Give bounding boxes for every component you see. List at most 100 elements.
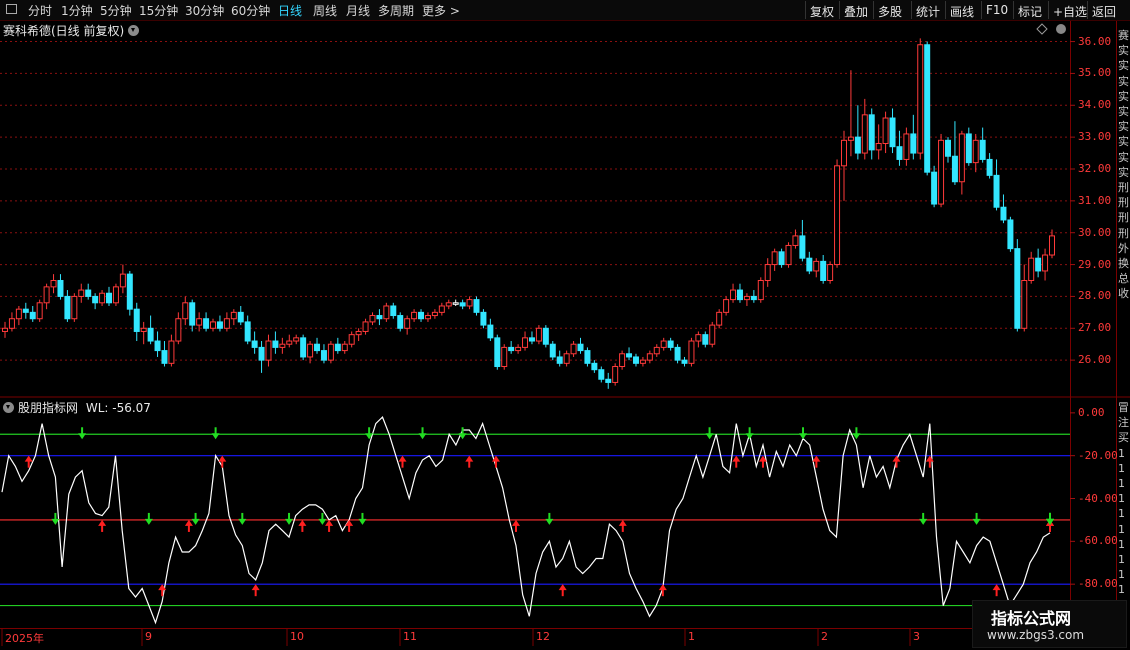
arrow-head [184,519,193,526]
toolbar-button-2[interactable]: 多股 [873,1,906,19]
candle-body [119,273,126,288]
arrow-head [925,455,934,462]
candle-body [397,315,404,329]
candle-body [182,302,189,320]
period-tab-1[interactable]: 1分钟 [61,2,93,19]
period-tab-8[interactable]: 月线 [346,2,370,19]
candle-body [390,305,397,317]
candle-body [1049,235,1055,256]
arrow-head [298,519,307,526]
chevron-down-icon[interactable] [3,402,14,413]
candle-body [764,264,771,281]
up-arrow-icon [925,455,934,468]
arrow-head [1046,518,1054,525]
arrow-head [238,518,247,525]
up-arrow-icon [618,519,627,532]
period-tab-4[interactable]: 30分钟 [185,2,224,19]
candle-body [910,133,917,154]
period-tab-7[interactable]: 周线 [313,2,337,19]
arrow-head [892,455,901,462]
candle-body [2,327,8,332]
period-tab-6[interactable]: 日线 [278,2,302,19]
candle-body [605,378,612,383]
toolbar-button-0[interactable]: 复权 [805,1,838,19]
candle-body [778,251,785,266]
toolbar-button-1[interactable]: 叠加 [839,1,872,19]
down-arrow-icon [318,512,327,525]
candle-body [584,350,591,364]
period-tab-0[interactable]: 分时 [28,2,52,19]
up-arrow-icon [345,519,354,532]
toolbar-button-5[interactable]: F10 [981,1,1012,19]
candle-body [230,311,237,320]
arrow-head [1046,519,1054,526]
chart-canvas [0,21,1130,646]
candle-body [334,343,341,352]
indicator-axis-label: -20.00 [1078,448,1118,462]
arrow-head [618,519,627,526]
candle-body [251,340,258,348]
price-axis-label: 29.00 [1078,257,1112,271]
candle-body [771,251,778,266]
candle-body [1042,254,1049,272]
arrow-head [465,455,474,462]
candle-body [92,295,99,304]
candle-body [639,359,646,364]
candle-body [854,136,861,154]
candle-body [660,340,667,348]
candle-body [210,321,217,329]
date-axis-label: 11 [403,630,417,643]
candle-body [459,302,466,307]
indicator-axis-label: -40.00 [1078,491,1118,505]
candle-body [196,318,203,326]
down-arrow-icon [1046,512,1054,525]
period-tab-5[interactable]: 60分钟 [231,2,270,19]
up-arrow-icon [298,519,307,532]
candle-body [341,343,348,352]
price-axis-label: 31.00 [1078,193,1112,207]
toolbar-button-8[interactable]: 返回 [1087,1,1120,19]
candle-body [1000,206,1007,221]
arrow-head [251,584,260,591]
arrow-head [919,518,928,525]
candle-body [147,327,154,342]
right-info-panel-bottom: 冒 注 买 1 1 1 1 1 1 1 1 1 1 1 [1118,401,1129,612]
window-icon[interactable] [6,4,17,14]
down-arrow-icon [705,427,714,440]
wl-line [1,416,1051,625]
price-axis-label: 34.00 [1078,98,1112,112]
candle-body [626,353,633,358]
candle-body [785,244,792,266]
candle-body [889,117,896,148]
up-arrow-icon [398,455,407,468]
candle-body [473,299,480,313]
candle-body [965,133,972,164]
arrow-head [158,584,167,591]
toolbar-button-6[interactable]: 标记 [1013,1,1046,19]
up-arrow-icon [812,455,821,468]
price-axis-label: 27.00 [1078,321,1112,335]
up-arrow-icon [511,519,520,532]
down-arrow-icon [144,512,153,525]
candle-body [577,343,584,352]
candle-body [112,286,119,304]
toolbar-button-7[interactable]: +自选 [1048,1,1091,19]
down-arrow-icon [745,427,754,440]
arrow-head [458,433,467,440]
price-axis-label: 28.00 [1078,289,1112,303]
period-tab-10[interactable]: 更多 > [422,2,460,19]
candle-body [515,346,522,352]
candle-body [203,318,210,329]
period-tab-9[interactable]: 多周期 [378,2,414,19]
candle-body [501,346,508,368]
candle-body [535,327,542,342]
arrow-head [218,455,227,462]
date-axis-label: 2025年 [5,632,44,645]
candle-body [411,311,418,320]
period-tab-3[interactable]: 15分钟 [139,2,178,19]
chevron-down-icon[interactable] [128,25,140,36]
period-tab-2[interactable]: 5分钟 [100,2,132,19]
toolbar-button-4[interactable]: 画线 [945,1,978,19]
candle-body [15,308,22,320]
toolbar-button-3[interactable]: 统计 [911,1,944,19]
